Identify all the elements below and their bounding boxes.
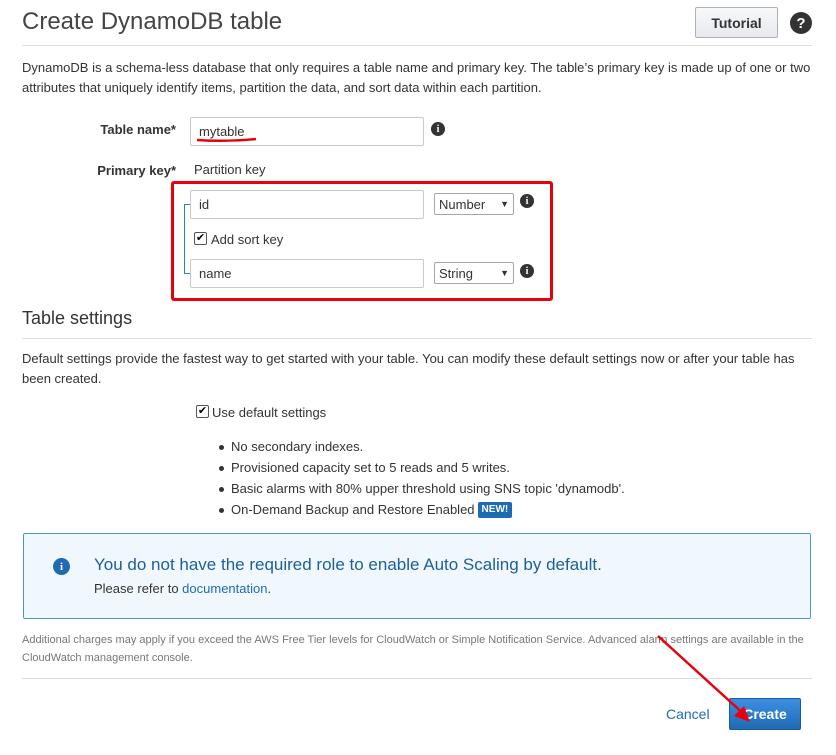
table-settings-heading: Table settings	[22, 308, 133, 328]
list-item: On-Demand Backup and Restore Enabled NEW…	[216, 499, 625, 520]
intro-text: DynamoDB is a schema-less database that …	[22, 60, 811, 95]
info-icon[interactable]: i	[520, 264, 534, 278]
red-underline-annotation	[196, 137, 257, 143]
add-sort-key-checkbox[interactable]: ✔	[194, 232, 207, 245]
chevron-down-icon: ▼	[500, 199, 509, 209]
primary-key-label: Primary key*	[97, 163, 176, 178]
use-default-settings-label: Use default settings	[212, 405, 327, 420]
header-divider	[22, 45, 812, 46]
table-settings-description: Default settings provide the fastest way…	[22, 351, 795, 386]
default-settings-list: No secondary indexes. Provisioned capaci…	[216, 436, 625, 520]
alert-title: You do not have the required role to ena…	[94, 555, 602, 574]
sort-key-type-select[interactable]: String ▼	[434, 262, 514, 284]
documentation-link[interactable]: documentation	[182, 581, 267, 596]
red-arrow-annotation	[657, 635, 750, 722]
partition-key-type-value: Number	[439, 196, 486, 212]
partition-key-type-select[interactable]: Number ▼	[434, 193, 514, 215]
sort-key-input[interactable]: name	[190, 259, 424, 288]
info-icon: i	[53, 558, 70, 575]
alert-body: Please refer to documentation.	[94, 581, 272, 596]
tutorial-button[interactable]: Tutorial	[695, 7, 778, 38]
sort-key-value: name	[199, 266, 232, 281]
partition-key-label: Partition key	[194, 162, 266, 177]
auto-scaling-alert: i You do not have the required role to e…	[23, 533, 811, 619]
add-sort-key-label: Add sort key	[211, 232, 284, 247]
help-icon[interactable]: ?	[790, 12, 812, 34]
chevron-down-icon: ▼	[500, 268, 509, 278]
new-badge: NEW!	[477, 501, 513, 518]
info-icon[interactable]: i	[520, 194, 534, 208]
use-default-settings-checkbox[interactable]: ✔	[196, 405, 209, 418]
partition-key-input[interactable]: id	[190, 190, 424, 219]
page-title: Create DynamoDB table	[22, 8, 283, 35]
settings-divider	[22, 338, 812, 339]
info-icon[interactable]: i	[431, 122, 445, 136]
table-name-label: Table name*	[100, 122, 176, 137]
list-item: No secondary indexes.	[216, 436, 625, 457]
list-item: Basic alarms with 80% upper threshold us…	[216, 478, 625, 499]
partition-key-value: id	[199, 197, 210, 212]
sort-key-type-value: String	[439, 265, 473, 281]
list-item: Provisioned capacity set to 5 reads and …	[216, 457, 625, 478]
